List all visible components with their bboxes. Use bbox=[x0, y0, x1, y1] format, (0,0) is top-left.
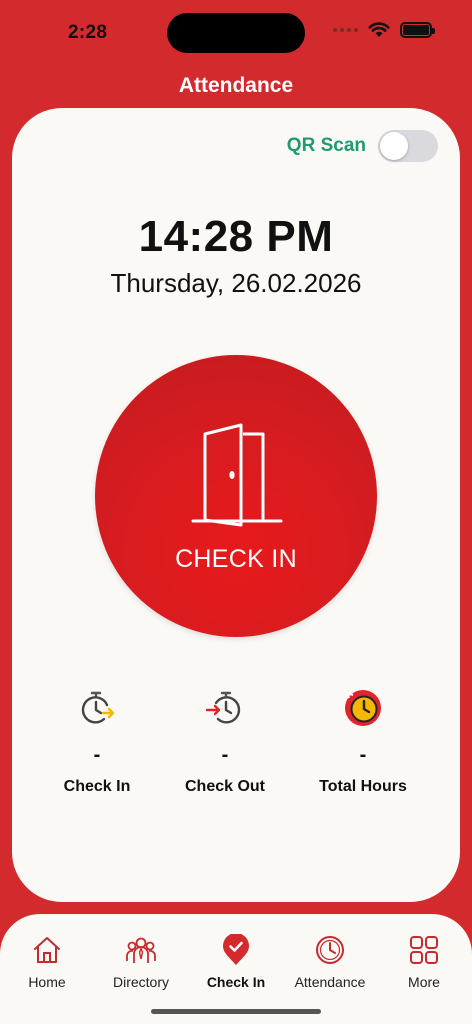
check-out-stat-label: Check Out bbox=[184, 778, 265, 795]
tab-home[interactable]: Home bbox=[0, 934, 94, 990]
toggle-knob bbox=[380, 132, 408, 160]
battery-icon bbox=[400, 22, 435, 38]
total-hours-stat-label: Total Hours bbox=[319, 778, 407, 795]
tab-directory[interactable]: Directory bbox=[94, 934, 188, 990]
tab-bar: Home Directory Check In Attendance More bbox=[0, 914, 472, 1024]
page-title: Attendance bbox=[178, 74, 294, 97]
qr-scan-row: QR Scan bbox=[287, 130, 438, 162]
attendance-card: QR Scan 14:28 PM Thursday, 26.02.2026 CH… bbox=[12, 108, 460, 902]
status-time: 2:28 bbox=[68, 22, 108, 43]
signal-icon bbox=[333, 28, 358, 32]
tab-attendance-label: Attendance bbox=[294, 974, 366, 990]
home-icon bbox=[34, 937, 60, 963]
qr-scan-toggle[interactable] bbox=[378, 130, 438, 162]
clock-check-out-icon bbox=[205, 691, 241, 724]
current-time: 14:28 PM bbox=[138, 212, 334, 261]
tab-check-in[interactable]: Check In bbox=[189, 934, 283, 990]
qr-scan-label: QR Scan bbox=[286, 135, 366, 156]
clock-check-in-icon bbox=[81, 691, 115, 724]
wifi-icon bbox=[368, 22, 390, 37]
attendance-stats: - Check In - Check Out - Total Hours bbox=[12, 688, 460, 808]
check-in-label: CHECK IN bbox=[175, 545, 297, 573]
dynamic-island bbox=[167, 13, 305, 53]
tab-directory-label: Directory bbox=[112, 974, 169, 990]
people-icon bbox=[126, 937, 156, 963]
stat-check-out: - Check Out bbox=[150, 688, 300, 796]
location-check-icon bbox=[223, 934, 249, 965]
stat-total-hours: - Total Hours bbox=[288, 688, 438, 796]
total-hours-icon bbox=[345, 690, 381, 726]
tab-check-in-label: Check In bbox=[206, 974, 266, 990]
check-in-button[interactable]: CHECK IN bbox=[95, 355, 377, 637]
tab-home-label: Home bbox=[28, 974, 66, 990]
home-indicator[interactable] bbox=[151, 1009, 321, 1014]
grid-icon bbox=[410, 936, 438, 964]
check-out-value: - bbox=[221, 744, 229, 766]
tab-more-label: More bbox=[408, 974, 440, 990]
status-bar: 2:28 bbox=[0, 0, 472, 64]
current-date: Thursday, 26.02.2026 bbox=[110, 268, 362, 298]
tab-more[interactable]: More bbox=[377, 934, 471, 990]
tab-attendance[interactable]: Attendance bbox=[283, 934, 377, 990]
total-hours-value: - bbox=[359, 744, 367, 766]
status-icons bbox=[333, 22, 435, 38]
clock-icon bbox=[316, 936, 344, 964]
door-icon bbox=[191, 423, 283, 527]
